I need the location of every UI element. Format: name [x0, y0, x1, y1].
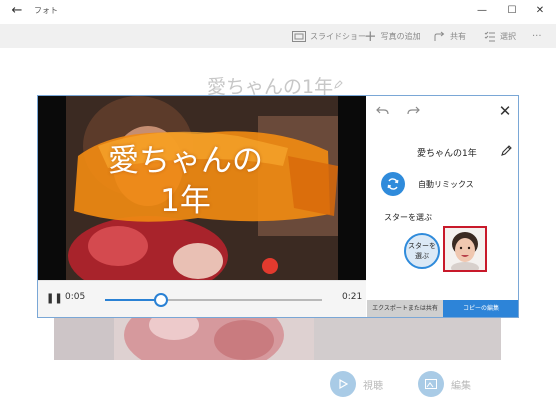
editor-side-panel: ✕ 愛ちゃんの1年 自動リミックス スターを選ぶ スターを 選ぶ エクスポートま… — [367, 96, 518, 317]
auto-remix-button[interactable] — [381, 172, 405, 196]
share-button[interactable]: 共有 — [434, 28, 466, 44]
maximize-icon[interactable]: ☐ — [504, 3, 520, 19]
auto-remix-label: 自動リミックス — [418, 180, 474, 189]
slideshow-icon — [292, 30, 306, 42]
playback-controls: ❚❚ 0:05 0:21 — [38, 280, 366, 317]
video-caption: 愛ちゃんの 1年 — [78, 141, 293, 221]
undo-icon[interactable] — [376, 104, 390, 118]
seek-bar-progress — [105, 299, 162, 301]
slideshow-label: スライドショー — [310, 31, 366, 41]
close-window-icon[interactable]: ✕ — [532, 3, 548, 19]
share-icon — [434, 31, 445, 41]
play-label: 視聴 — [363, 380, 383, 392]
person-face-image — [445, 228, 485, 270]
share-label: 共有 — [450, 31, 466, 41]
remix-refresh-icon — [387, 178, 399, 190]
more-options-button[interactable]: ··· — [532, 28, 542, 44]
star-person-thumbnail[interactable] — [443, 226, 487, 272]
seek-bar-thumb[interactable] — [154, 293, 169, 307]
edit-button[interactable]: 編集 — [418, 371, 471, 397]
edit-copy-tab[interactable]: コピーの編集 — [443, 300, 518, 317]
select-button[interactable]: 選択 — [484, 28, 516, 44]
add-photos-label: 写真の追加 — [380, 31, 421, 41]
export-share-tab[interactable]: エクスポートまたは共有 — [367, 300, 443, 317]
back-arrow-icon[interactable]: ← — [8, 3, 26, 19]
app-title: フォト — [34, 6, 58, 15]
redo-icon[interactable] — [406, 104, 420, 118]
caption-line-1: 愛ちゃんの — [108, 143, 263, 179]
slideshow-button[interactable]: スライドショー — [292, 28, 366, 44]
play-icon — [330, 371, 356, 397]
edit-label: 編集 — [451, 380, 471, 392]
minimize-icon[interactable]: — — [474, 3, 490, 19]
pause-icon[interactable]: ❚❚ — [46, 292, 63, 306]
edit-photo-icon — [418, 371, 444, 397]
plus-icon: + — [364, 27, 377, 45]
edit-title-pencil-icon[interactable] — [501, 144, 513, 156]
add-photos-button[interactable]: + 写真の追加 — [364, 28, 421, 44]
choose-star-button[interactable]: スターを 選ぶ — [404, 233, 440, 269]
end-time: 0:21 — [342, 292, 363, 302]
seek-bar[interactable] — [105, 293, 322, 307]
select-label: 選択 — [500, 31, 516, 41]
caption-line-2: 1年 — [160, 183, 211, 219]
video-editor-dialog: 愛ちゃんの 1年 ❚❚ 0:05 0:21 ✕ 愛ちゃんの1年 自動リミックス … — [37, 95, 519, 318]
video-preview[interactable]: 愛ちゃんの 1年 — [38, 96, 366, 280]
command-bar: スライドショー + 写真の追加 共有 選択 ··· — [0, 24, 556, 48]
close-icon[interactable]: ✕ — [497, 103, 513, 119]
play-button[interactable]: 視聴 — [330, 371, 383, 397]
current-time: 0:05 — [65, 292, 86, 302]
select-icon — [484, 31, 495, 41]
panel-title: 愛ちゃんの1年 — [417, 149, 477, 159]
star-button-line-2: 選ぶ — [415, 252, 429, 260]
rename-pencil-icon[interactable] — [334, 80, 343, 89]
more-options-icon: ··· — [532, 30, 542, 42]
choose-stars-heading: スターを選ぶ — [384, 213, 432, 222]
star-button-line-1: スターを — [408, 242, 436, 250]
title-bar: ← フォト — ☐ ✕ — [0, 0, 556, 22]
